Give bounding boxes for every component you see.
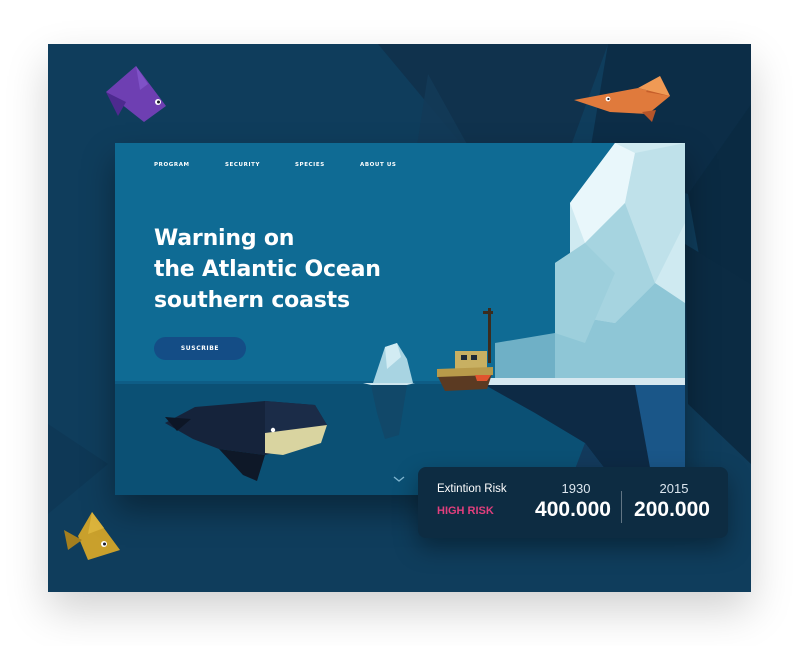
risk-label: Extintion Risk [437, 483, 507, 495]
risk-level-badge: HIGH RISK [437, 505, 494, 517]
page-title: Warning on the Atlantic Ocean southern c… [154, 223, 381, 316]
main-nav: PROGRAM SECURITY SPECIES ABOUT US [154, 162, 420, 168]
ocean-scene [115, 143, 685, 495]
year-1930: 1930 [561, 481, 591, 496]
extinction-risk-panel: Extintion Risk HIGH RISK 1930 400.000 20… [418, 467, 728, 538]
risk-divider [621, 491, 622, 523]
nav-item-about-us[interactable]: ABOUT US [360, 162, 420, 168]
boat-icon [437, 308, 493, 391]
headline-line-2: the Atlantic Ocean [154, 257, 381, 282]
hero-card [115, 143, 685, 495]
chevron-down-icon[interactable] [392, 475, 406, 483]
year-2015: 2015 [659, 481, 689, 496]
nav-item-species[interactable]: SPECIES [295, 162, 360, 168]
count-2015: 200.000 [634, 498, 710, 521]
nav-item-security[interactable]: SECURITY [225, 162, 295, 168]
subscribe-button[interactable]: SUSCRIBE [154, 337, 246, 360]
nav-item-program[interactable]: PROGRAM [154, 162, 225, 168]
headline-line-1: Warning on [154, 226, 295, 251]
headline-line-3: southern coasts [154, 288, 350, 313]
count-1930: 400.000 [535, 498, 611, 521]
